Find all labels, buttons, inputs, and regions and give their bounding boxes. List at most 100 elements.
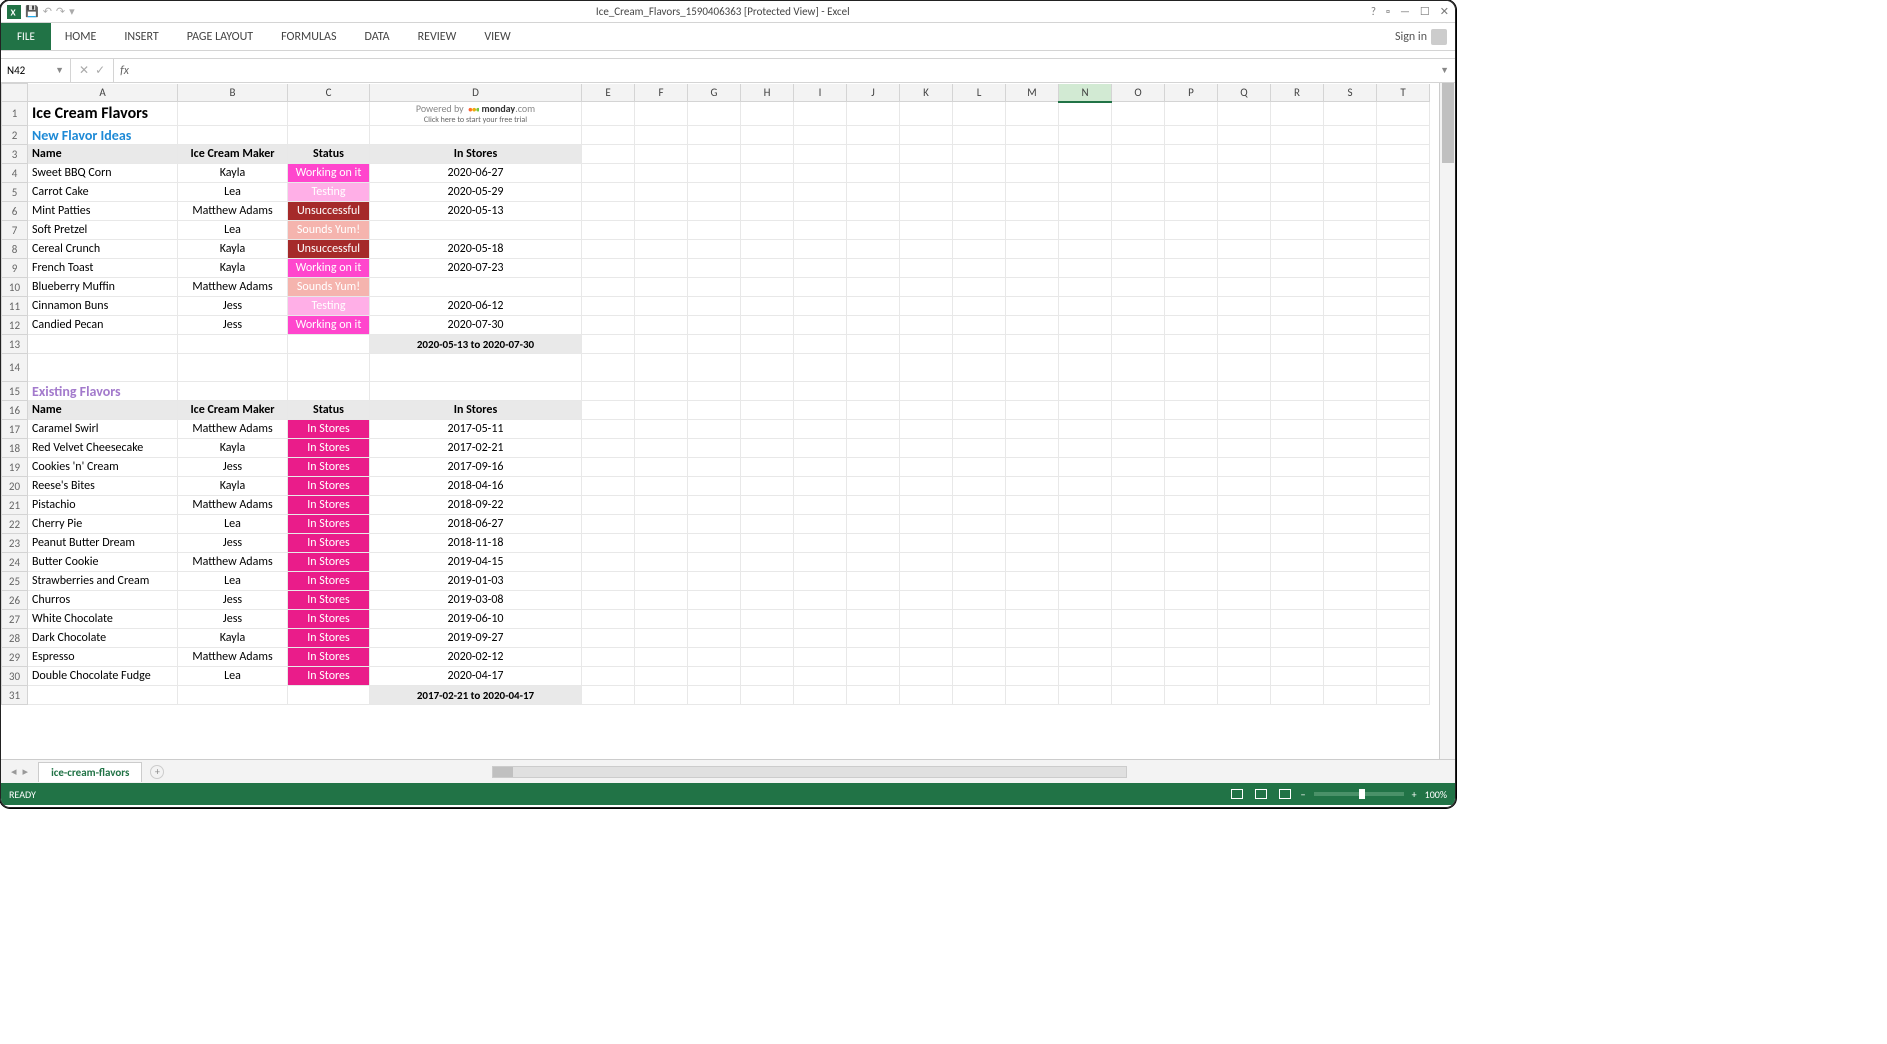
cell[interactable] — [1006, 591, 1059, 610]
cell[interactable] — [635, 515, 688, 534]
cell[interactable] — [635, 591, 688, 610]
col-header-M[interactable]: M — [1006, 84, 1059, 102]
cell[interactable] — [688, 591, 741, 610]
cell[interactable] — [847, 145, 900, 164]
cell[interactable] — [847, 354, 900, 382]
cell[interactable] — [1271, 382, 1324, 401]
sheet-tab-active[interactable]: ice-cream-flavors — [38, 762, 142, 782]
cell[interactable] — [794, 126, 847, 145]
cell[interactable] — [794, 145, 847, 164]
cell[interactable] — [1271, 145, 1324, 164]
cell[interactable] — [741, 439, 794, 458]
row-header-24[interactable]: 24 — [2, 553, 28, 572]
cell[interactable] — [1059, 610, 1112, 629]
cell[interactable] — [847, 667, 900, 686]
cell[interactable] — [1218, 221, 1271, 240]
cell[interactable] — [1218, 686, 1271, 705]
cell[interactable] — [953, 202, 1006, 221]
cell[interactable] — [1377, 553, 1430, 572]
flavor-maker[interactable]: Matthew Adams — [178, 496, 288, 515]
cell[interactable] — [1377, 335, 1430, 354]
flavor-status[interactable]: In Stores — [288, 515, 370, 534]
flavor-maker[interactable]: Lea — [178, 183, 288, 202]
flavor-maker[interactable]: Kayla — [178, 240, 288, 259]
cell[interactable] — [1059, 354, 1112, 382]
col-header-C[interactable]: C — [288, 84, 370, 102]
cell[interactable] — [741, 610, 794, 629]
flavor-status[interactable]: In Stores — [288, 420, 370, 439]
cell[interactable] — [688, 240, 741, 259]
cell[interactable] — [794, 629, 847, 648]
cell[interactable] — [741, 515, 794, 534]
cell[interactable] — [1165, 102, 1218, 126]
cell[interactable] — [178, 102, 288, 126]
cell[interactable] — [635, 316, 688, 335]
cell[interactable] — [794, 102, 847, 126]
cell[interactable] — [688, 420, 741, 439]
flavor-maker[interactable]: Jess — [178, 591, 288, 610]
cell[interactable] — [1006, 553, 1059, 572]
cell[interactable] — [582, 354, 635, 382]
flavor-name[interactable]: Strawberries and Cream — [28, 572, 178, 591]
cell[interactable] — [1006, 221, 1059, 240]
cell[interactable] — [582, 183, 635, 202]
cell[interactable] — [900, 202, 953, 221]
cell[interactable] — [1271, 610, 1324, 629]
cell[interactable] — [288, 126, 370, 145]
cell[interactable] — [794, 335, 847, 354]
cell[interactable] — [1165, 297, 1218, 316]
cell[interactable] — [900, 164, 953, 183]
flavor-date[interactable] — [370, 221, 582, 240]
cell[interactable] — [1006, 610, 1059, 629]
expand-formula-icon[interactable]: ▼ — [1434, 65, 1455, 76]
cell[interactable] — [635, 259, 688, 278]
cell[interactable] — [953, 420, 1006, 439]
row-header-3[interactable]: 3 — [2, 145, 28, 164]
cell[interactable] — [1218, 458, 1271, 477]
cell[interactable] — [900, 648, 953, 667]
cell[interactable] — [794, 667, 847, 686]
cell[interactable] — [1006, 297, 1059, 316]
cell[interactable] — [635, 572, 688, 591]
cell[interactable] — [794, 164, 847, 183]
cell[interactable] — [1006, 572, 1059, 591]
cell[interactable] — [1059, 126, 1112, 145]
cell[interactable] — [953, 629, 1006, 648]
cell[interactable] — [900, 297, 953, 316]
cell[interactable] — [1218, 183, 1271, 202]
cell[interactable] — [1377, 420, 1430, 439]
cell[interactable] — [1218, 164, 1271, 183]
cell[interactable] — [1218, 297, 1271, 316]
cell[interactable] — [741, 382, 794, 401]
col-header-S[interactable]: S — [1324, 84, 1377, 102]
cell[interactable] — [741, 477, 794, 496]
row-header-26[interactable]: 26 — [2, 591, 28, 610]
cell[interactable] — [847, 591, 900, 610]
cell[interactable] — [1059, 553, 1112, 572]
cell[interactable] — [847, 648, 900, 667]
cell[interactable] — [953, 458, 1006, 477]
flavor-name[interactable]: Blueberry Muffin — [28, 278, 178, 297]
flavor-status[interactable]: In Stores — [288, 629, 370, 648]
cell[interactable] — [1059, 648, 1112, 667]
cell[interactable] — [741, 648, 794, 667]
cell[interactable] — [688, 553, 741, 572]
cell[interactable] — [953, 439, 1006, 458]
flavor-status[interactable]: Working on it — [288, 164, 370, 183]
col-header-T[interactable]: T — [1377, 84, 1430, 102]
cell[interactable] — [741, 401, 794, 420]
cell[interactable] — [1059, 629, 1112, 648]
close-icon[interactable]: ✕ — [1440, 5, 1449, 18]
flavor-status[interactable]: In Stores — [288, 439, 370, 458]
flavor-date[interactable]: 2017-02-21 — [370, 439, 582, 458]
cell[interactable] — [1218, 126, 1271, 145]
cell[interactable] — [794, 553, 847, 572]
flavor-name[interactable]: Reese's Bites — [28, 477, 178, 496]
cell[interactable] — [900, 240, 953, 259]
cell[interactable] — [794, 439, 847, 458]
col-header-O[interactable]: O — [1112, 84, 1165, 102]
flavor-status[interactable]: In Stores — [288, 572, 370, 591]
cell[interactable] — [1059, 240, 1112, 259]
cell[interactable] — [953, 382, 1006, 401]
cell[interactable] — [900, 354, 953, 382]
